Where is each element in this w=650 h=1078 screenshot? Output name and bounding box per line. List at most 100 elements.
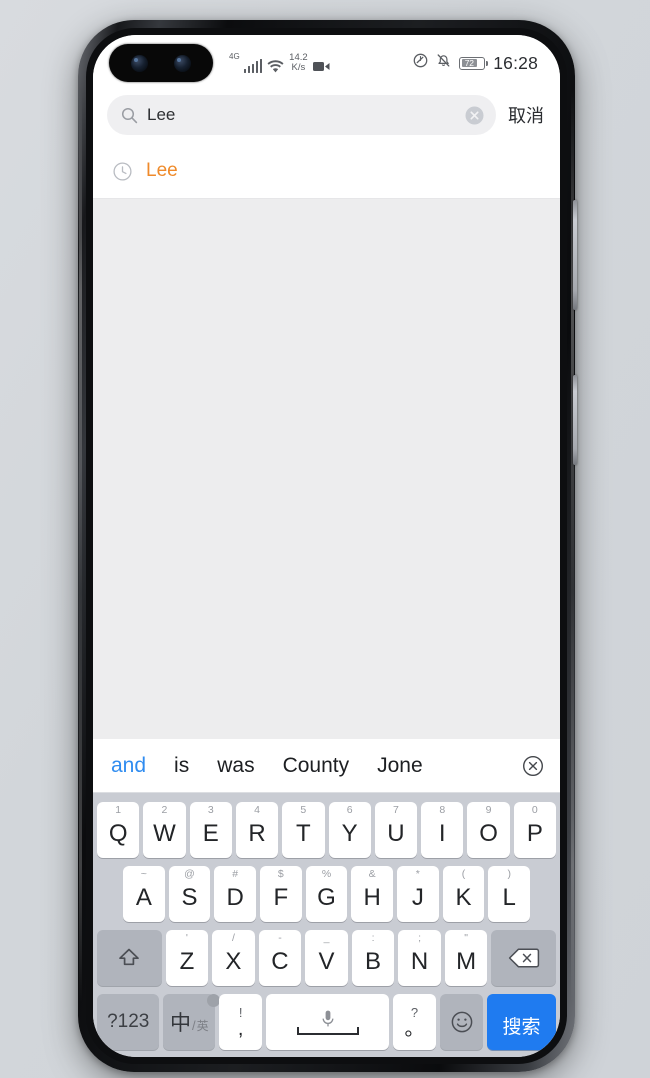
language-cn-label: 中 (169, 1012, 191, 1035)
key-label: P (526, 819, 543, 847)
key-x[interactable]: / X (212, 930, 255, 986)
key-hint: 1 (115, 804, 122, 816)
screen-record-icon (312, 61, 330, 73)
camera-cutout (109, 44, 213, 82)
cancel-button[interactable]: 取消 (506, 102, 546, 128)
key-hint: 3 (207, 804, 214, 816)
key-n[interactable]: ; N (398, 930, 441, 986)
candidate-1[interactable]: is (160, 754, 203, 778)
key-label: Z (179, 947, 195, 975)
volume-button[interactable] (573, 200, 577, 310)
language-switch-key[interactable]: 中 / 英 (163, 994, 220, 1050)
search-submit-label: 搜索 (502, 1017, 541, 1038)
search-history-list: Lee (93, 147, 560, 199)
key-t[interactable]: 5T (282, 802, 325, 858)
network-speed: 14.2 K/s (289, 53, 308, 72)
key-hint: * (415, 868, 420, 880)
microphone-icon[interactable] (320, 1009, 336, 1029)
signal-icon (243, 58, 263, 73)
key-z[interactable]: ' Z (165, 930, 209, 986)
search-submit-key[interactable]: 搜索 (487, 994, 556, 1050)
keyboard-row-4: ?123 中 / 英 ! , ? 。 搜索 (93, 986, 560, 1057)
key-label: N (410, 947, 429, 975)
status-clock: 16:28 (493, 52, 538, 73)
key-hint: 2 (161, 804, 168, 816)
key-p[interactable]: 0P (513, 802, 556, 858)
key-v[interactable]: _ V (305, 930, 348, 986)
space-key-underline (296, 1027, 359, 1035)
key-label: O (479, 819, 498, 847)
search-input[interactable]: Lee (107, 95, 496, 135)
key-c[interactable]: -C (258, 930, 302, 986)
battery-icon: 72 (459, 56, 489, 70)
key-hint: ' (185, 932, 188, 944)
key-y[interactable]: 6Y (328, 802, 371, 858)
search-input-value: Lee (147, 105, 176, 124)
candidate-0[interactable]: and (111, 754, 160, 778)
key-k[interactable]: (K (442, 866, 485, 922)
emoji-key[interactable] (440, 994, 484, 1050)
comma-key-label: , (237, 1018, 244, 1041)
key-hint: # (232, 868, 239, 880)
key-s[interactable]: @ S (168, 866, 211, 922)
backspace-key[interactable] (491, 930, 556, 986)
key-hint: 4 (254, 804, 260, 816)
clear-circle-icon[interactable] (465, 106, 484, 125)
candidate-4[interactable]: Jone (363, 754, 437, 778)
key-label: A (135, 883, 152, 911)
key-o[interactable]: 9O (467, 802, 510, 858)
key-label: D (226, 883, 244, 911)
key-hint: ; (418, 932, 422, 944)
history-item-lee[interactable]: Lee (93, 147, 560, 199)
symbols-key[interactable]: ?123 (97, 994, 160, 1050)
key-d[interactable]: # D (214, 866, 256, 922)
phone-bezel: 4G 14.2 K/s 72 16:28 Lee 取消 Lee and is w… (86, 28, 567, 1064)
key-g[interactable]: % G (305, 866, 348, 922)
key-j[interactable]: * J (397, 866, 439, 922)
key-i[interactable]: 8I (421, 802, 464, 858)
key-label: Y (341, 819, 358, 847)
key-hint: - (278, 932, 282, 944)
key-label: B (365, 947, 382, 975)
key-b[interactable]: :B (351, 930, 395, 986)
key-h[interactable]: & H (351, 866, 394, 922)
period-key-labels: ? 。 (404, 1006, 424, 1041)
key-label: J (411, 883, 424, 911)
soft-keyboard: and is was County Jone 1 Q 2 W 3 E 4 R 5… (93, 739, 560, 1057)
key-l[interactable]: ) L (488, 866, 531, 922)
key-hint: @ (184, 868, 195, 880)
candidate-3[interactable]: County (269, 754, 364, 778)
period-key-hint: ? (410, 1004, 419, 1020)
key-label: X (225, 947, 242, 975)
comma-key[interactable]: ! , (219, 994, 263, 1050)
key-m[interactable]: " M (444, 930, 488, 986)
key-label: F (273, 883, 289, 911)
key-r[interactable]: 4R (235, 802, 279, 858)
history-item-label: Lee (146, 160, 178, 181)
key-label: T (296, 819, 311, 847)
key-q[interactable]: 1Q (97, 802, 140, 858)
key-hint: 9 (485, 804, 492, 816)
key-hint: ( (461, 868, 466, 880)
key-a[interactable]: ~ A (122, 866, 165, 922)
key-f[interactable]: $ F (260, 866, 302, 922)
close-circle-icon[interactable] (522, 755, 544, 777)
shift-key[interactable] (97, 930, 162, 986)
key-w[interactable]: 2W (143, 802, 186, 858)
backspace-icon (508, 946, 540, 970)
phone-rim-left (79, 90, 82, 1002)
status-left-icons: 4G 14.2 K/s (229, 53, 330, 73)
key-hint: " (464, 932, 468, 944)
key-hint: : (371, 932, 375, 944)
key-label: I (438, 819, 446, 847)
key-label: Q (108, 819, 128, 847)
search-results-area (93, 199, 560, 739)
candidate-2[interactable]: was (203, 754, 268, 778)
space-key[interactable] (266, 994, 389, 1050)
key-u[interactable]: 7U (374, 802, 418, 858)
power-button[interactable] (573, 375, 577, 465)
language-indicator-dot (206, 994, 220, 1007)
period-key[interactable]: ? 。 (392, 994, 437, 1050)
key-e[interactable]: 3E (189, 802, 232, 858)
phone-screen: 4G 14.2 K/s 72 16:28 Lee 取消 Lee and is w… (93, 35, 560, 1057)
